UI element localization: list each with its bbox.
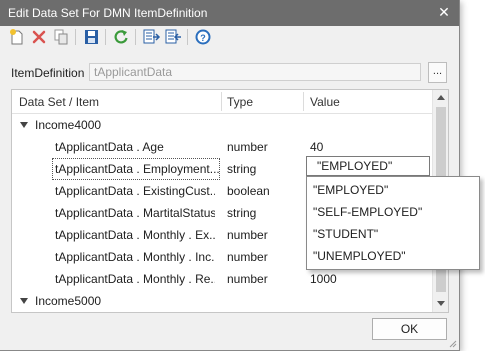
column-header-value[interactable]: Value [310, 90, 340, 113]
copy-icon [54, 29, 68, 45]
item-definition-field[interactable] [89, 63, 421, 81]
item-type: number [227, 140, 268, 154]
scroll-up-icon[interactable] [434, 91, 448, 105]
item-value[interactable]: 1000 [310, 268, 337, 290]
import-icon [143, 29, 161, 44]
help-icon: ? [195, 29, 211, 45]
scroll-down-icon[interactable] [434, 296, 448, 310]
delete-icon [32, 30, 46, 44]
close-icon: ✕ [438, 4, 450, 20]
value-combo-editor[interactable]: "EMPLOYED" [306, 156, 430, 176]
toolbar-separator [135, 29, 136, 45]
toolbar-separator [187, 29, 188, 45]
item-type: number [227, 228, 268, 242]
item-name: tApplicantData . MartitalStatus [55, 206, 215, 220]
item-definition-label: ItemDefinition [11, 66, 85, 80]
collapse-arrow-icon[interactable] [20, 298, 28, 304]
column-header-type[interactable]: Type [227, 90, 253, 113]
close-button[interactable]: ✕ [433, 2, 455, 22]
toolbar-separator [105, 29, 106, 45]
column-divider[interactable] [221, 92, 222, 111]
ok-button[interactable]: OK [372, 318, 447, 340]
export-button[interactable] [163, 27, 183, 47]
grid-header: Data Set / Item Type Value [12, 90, 432, 114]
save-button[interactable] [81, 27, 101, 47]
toolbar-separator [75, 29, 76, 45]
item-name: tApplicantData . ExistingCust... [55, 184, 215, 198]
copy-button[interactable] [51, 27, 71, 47]
delete-button[interactable] [29, 27, 49, 47]
dropdown-option[interactable]: "UNEMPLOYED" [313, 245, 406, 267]
item-name: tApplicantData . Monthly . Inc... [55, 250, 215, 264]
item-name: tApplicantData . Monthly . Re... [55, 272, 215, 286]
column-header-item[interactable]: Data Set / Item [19, 90, 99, 113]
help-button[interactable]: ? [193, 27, 213, 47]
item-type: string [227, 162, 257, 176]
new-item-button[interactable] [7, 27, 27, 47]
title-bar: Edit Data Set For DMN ItemDefinition ✕ [0, 0, 459, 26]
item-value[interactable]: 40 [310, 136, 323, 158]
item-type: string [227, 206, 257, 220]
dropdown-option[interactable]: "STUDENT" [313, 223, 378, 245]
item-type: number [227, 272, 268, 286]
group-row[interactable]: Income4000 [12, 114, 432, 136]
resize-grip-icon[interactable] [447, 338, 457, 348]
refresh-icon [114, 30, 128, 44]
import-button[interactable] [141, 27, 161, 47]
item-type: number [227, 250, 268, 264]
dropdown-option[interactable]: "EMPLOYED" [313, 179, 388, 201]
column-divider[interactable] [303, 92, 304, 111]
save-icon [85, 30, 98, 44]
group-label: Income4000 [35, 118, 102, 132]
item-name: tApplicantData . Age [55, 140, 164, 154]
toolbar: ? [4, 26, 454, 48]
item-type: boolean [227, 184, 270, 198]
export-icon [165, 29, 181, 44]
svg-text:?: ? [200, 33, 206, 43]
item-name: tApplicantData . Employment... [52, 158, 220, 180]
table-row[interactable]: tApplicantData . Monthly . Re... number … [12, 268, 432, 290]
group-label: Income5000 [35, 294, 102, 308]
refresh-button[interactable] [111, 27, 131, 47]
item-name: tApplicantData . Monthly . Ex... [55, 228, 215, 242]
browse-button[interactable]: ... [428, 62, 447, 83]
table-row[interactable]: tApplicantData . Age number 40 [12, 136, 432, 158]
group-row[interactable]: Income5000 [12, 290, 432, 312]
collapse-arrow-icon[interactable] [20, 122, 28, 128]
value-dropdown-list: "EMPLOYED" "SELF-EMPLOYED" "STUDENT" "UN… [306, 176, 480, 270]
window-title: Edit Data Set For DMN ItemDefinition [8, 6, 208, 20]
new-item-icon [10, 29, 23, 45]
dropdown-option[interactable]: "SELF-EMPLOYED" [313, 201, 422, 223]
